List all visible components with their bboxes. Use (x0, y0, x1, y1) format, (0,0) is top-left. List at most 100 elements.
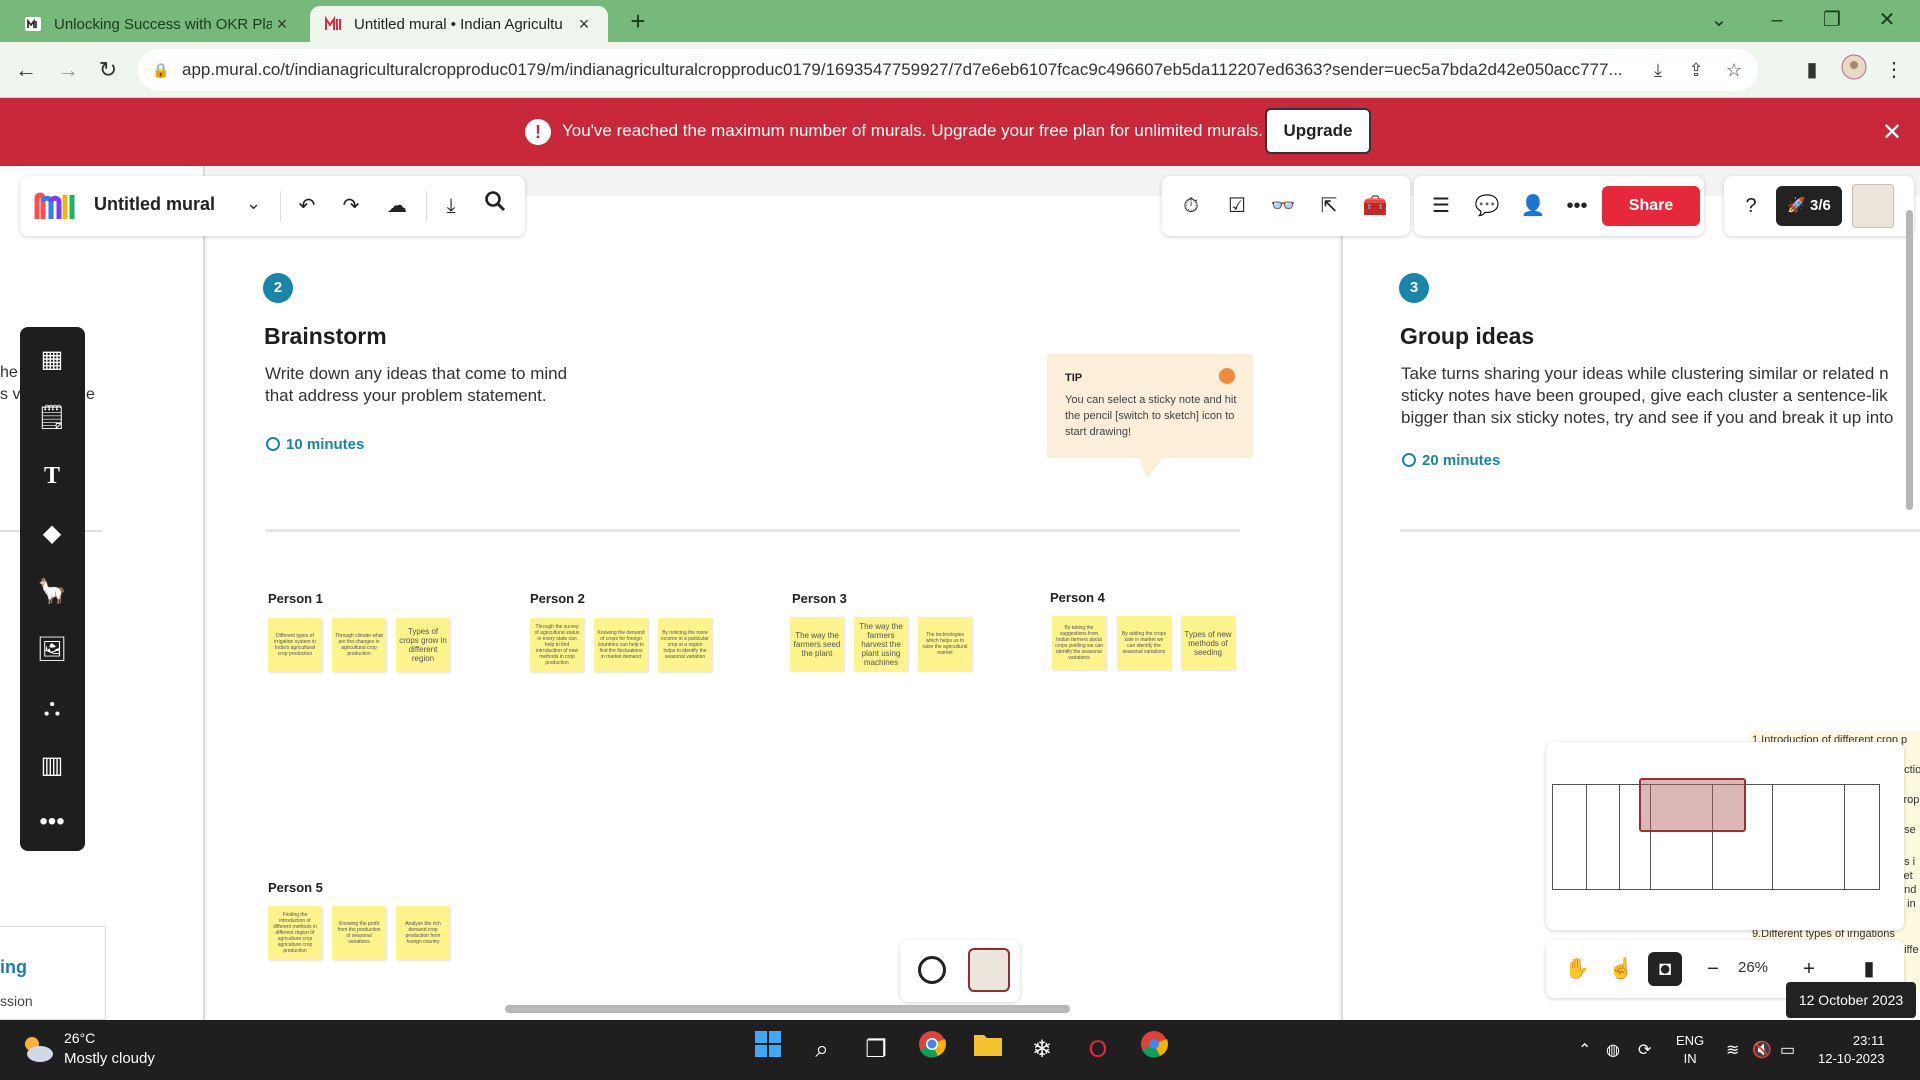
comments-icon[interactable]: 💬 (1470, 189, 1504, 223)
sticky-note[interactable]: The way the farmers seed the plant (790, 617, 844, 671)
sticky-note[interactable]: The way the farmers harvest the plant us… (854, 617, 908, 671)
image-icon[interactable]: 🖼 (35, 633, 69, 667)
cloud-saved-icon[interactable]: ☁ (380, 189, 414, 223)
battery-icon[interactable]: ▭ (1780, 1040, 1795, 1060)
sync-icon[interactable]: ⟳ (1638, 1040, 1651, 1060)
minimap-viewport[interactable] (1639, 778, 1746, 832)
laser-pointer-icon[interactable]: ⇱ (1312, 189, 1346, 223)
chevron-down-icon[interactable]: ⌄ (246, 193, 261, 214)
zoom-out-icon[interactable]: − (1696, 952, 1730, 986)
sticky-note[interactable]: By taking the suggestions from Indian fa… (1052, 616, 1106, 670)
group-ideas-timer: 20 minutes (1402, 452, 1500, 469)
profile-avatar[interactable] (1838, 54, 1870, 86)
facilitator-toolbox-icon[interactable]: 🧰 (1358, 189, 1392, 223)
sticky-note[interactable]: Types of crops grow in different region (396, 618, 450, 672)
language-indicator[interactable]: ENG IN (1676, 1032, 1704, 1068)
fit-screen-icon[interactable]: ▮ (1852, 952, 1886, 986)
export-download-icon[interactable]: ⤓ (434, 189, 468, 223)
templates-icon[interactable]: ▦ (35, 343, 69, 377)
search-icon[interactable]: ⌕ (802, 1030, 842, 1070)
sticky-note[interactable]: Types of new methods of seeding (1181, 616, 1235, 670)
wifi-icon[interactable]: ≋ (1726, 1040, 1739, 1060)
side-panel-icon[interactable]: ▮ (1796, 54, 1828, 86)
close-window-button[interactable]: ✕ (1870, 6, 1904, 34)
sticky-note[interactable]: By noticing the more income in a particu… (658, 618, 712, 672)
minimize-window-button[interactable]: – (1760, 6, 1794, 34)
zoom-level[interactable]: 26% (1738, 959, 1768, 976)
forward-button[interactable]: → (52, 54, 84, 86)
minimap-toggle-icon[interactable]: ◘ (1648, 952, 1682, 986)
tab-search-chevron-icon[interactable]: ⌄ (1702, 6, 1736, 34)
vertical-scrollbar[interactable] (1906, 210, 1913, 510)
tab-close-icon[interactable]: × (574, 14, 594, 35)
system-clock[interactable]: 23:11 12-10-2023 (1818, 1032, 1885, 1068)
minimap[interactable] (1546, 742, 1904, 930)
share-button[interactable]: Share (1602, 186, 1700, 226)
browser-tab-mural[interactable]: Untitled mural • Indian Agricultu × (310, 6, 608, 42)
opera-icon[interactable]: O (1078, 1030, 1118, 1070)
sticky-note[interactable]: Knowing the profit from the production o… (332, 906, 386, 960)
voting-checkbox-icon[interactable]: ☑ (1220, 189, 1254, 223)
sticky-note[interactable]: The technologies which helps us to raise… (918, 617, 972, 671)
help-icon[interactable]: ? (1734, 189, 1768, 223)
share-page-icon[interactable]: ⇪ (1682, 60, 1710, 81)
left-board-card[interactable]: ing ssion (0, 926, 106, 1020)
mute-icon[interactable]: 🔇 (1752, 1040, 1772, 1060)
table-icon[interactable]: ▥ (35, 749, 69, 783)
chevron-up-icon[interactable]: ⌃ (1578, 1040, 1591, 1060)
timer-icon[interactable]: ⏱ (1174, 189, 1208, 223)
user-avatar[interactable] (1852, 184, 1894, 228)
sticky-note-icon[interactable]: 🗒 (35, 401, 69, 435)
search-icon[interactable] (478, 189, 512, 223)
lightbulb-icon (1219, 368, 1235, 384)
chrome-icon[interactable] (912, 1030, 952, 1070)
sticky-note[interactable]: Through climate what are the changes in … (332, 618, 386, 672)
sticky-note[interactable]: By adding the crops sale in market we ca… (1117, 616, 1171, 670)
windows-start-icon[interactable] (748, 1030, 788, 1070)
more-options-icon[interactable]: ••• (1560, 189, 1594, 223)
private-mode-icon[interactable]: 👓 (1266, 189, 1300, 223)
emoji-reaction-icon[interactable] (918, 956, 946, 984)
zoom-in-icon[interactable]: + (1792, 952, 1826, 986)
network-status-icon[interactable]: ◍ (1606, 1040, 1620, 1060)
redo-icon[interactable]: ↷ (334, 189, 368, 223)
sticky-note[interactable]: Knowing the demand of crops for foreign … (594, 618, 648, 672)
members-icon[interactable]: 👤 (1516, 189, 1550, 223)
diagram-icon[interactable]: ⛬ (35, 691, 69, 725)
sticky-note[interactable]: Different types of irrigation system in … (268, 618, 322, 672)
new-tab-button[interactable]: + (622, 6, 654, 38)
sticky-note[interactable]: Through the survey of agricultural statu… (530, 618, 584, 672)
outline-icon[interactable]: ☰ (1424, 189, 1458, 223)
collaborator-avatar[interactable] (968, 948, 1010, 992)
chrome-profile-icon[interactable] (1134, 1030, 1174, 1070)
more-tools-icon[interactable]: ••• (35, 805, 69, 839)
hand-pan-icon[interactable]: ✋ (1560, 952, 1594, 986)
mural-name[interactable]: Untitled mural (94, 194, 215, 215)
url-field[interactable]: 🔒 app.mural.co/t/indianagriculturalcropp… (138, 49, 1758, 91)
snipping-tool-icon[interactable]: ❄ (1022, 1030, 1062, 1070)
horizontal-scrollbar[interactable] (505, 1005, 1070, 1013)
tip-callout[interactable]: TIP You can select a sticky note and hit… (1047, 354, 1253, 478)
tip-title: TIP (1065, 372, 1083, 384)
install-app-icon[interactable]: ⤓ (1644, 60, 1672, 81)
bookmark-star-icon[interactable]: ☆ (1720, 60, 1748, 81)
touch-select-icon[interactable]: ☝ (1604, 952, 1638, 986)
upgrade-button[interactable]: Upgrade (1265, 108, 1371, 154)
text-tool-icon[interactable]: T (35, 459, 69, 493)
restore-window-button[interactable]: ❐ (1815, 6, 1849, 34)
undo-icon[interactable]: ↶ (290, 189, 324, 223)
sticky-note[interactable]: Analyse the rich demand crop production … (396, 906, 450, 960)
reload-button[interactable]: ↻ (92, 54, 124, 86)
file-explorer-icon[interactable] (968, 1030, 1008, 1070)
close-banner-icon[interactable]: ✕ (1882, 118, 1902, 147)
browser-menu-icon[interactable]: ⋮ (1878, 54, 1910, 86)
tab-close-icon[interactable]: × (272, 14, 292, 35)
onboarding-progress-button[interactable]: 🚀 3/6 (1776, 186, 1842, 226)
task-view-icon[interactable]: ❐ (856, 1030, 896, 1070)
back-button[interactable]: ← (10, 54, 42, 86)
sticky-note[interactable]: Finding the introduction of different me… (268, 906, 322, 960)
shapes-icon[interactable]: ◆ (35, 517, 69, 551)
mural-logo-icon[interactable] (34, 190, 76, 222)
icons-llama-icon[interactable]: 🦙 (35, 575, 69, 609)
browser-tab-okr[interactable]: Unlocking Success with OKR Pla × (10, 6, 306, 42)
